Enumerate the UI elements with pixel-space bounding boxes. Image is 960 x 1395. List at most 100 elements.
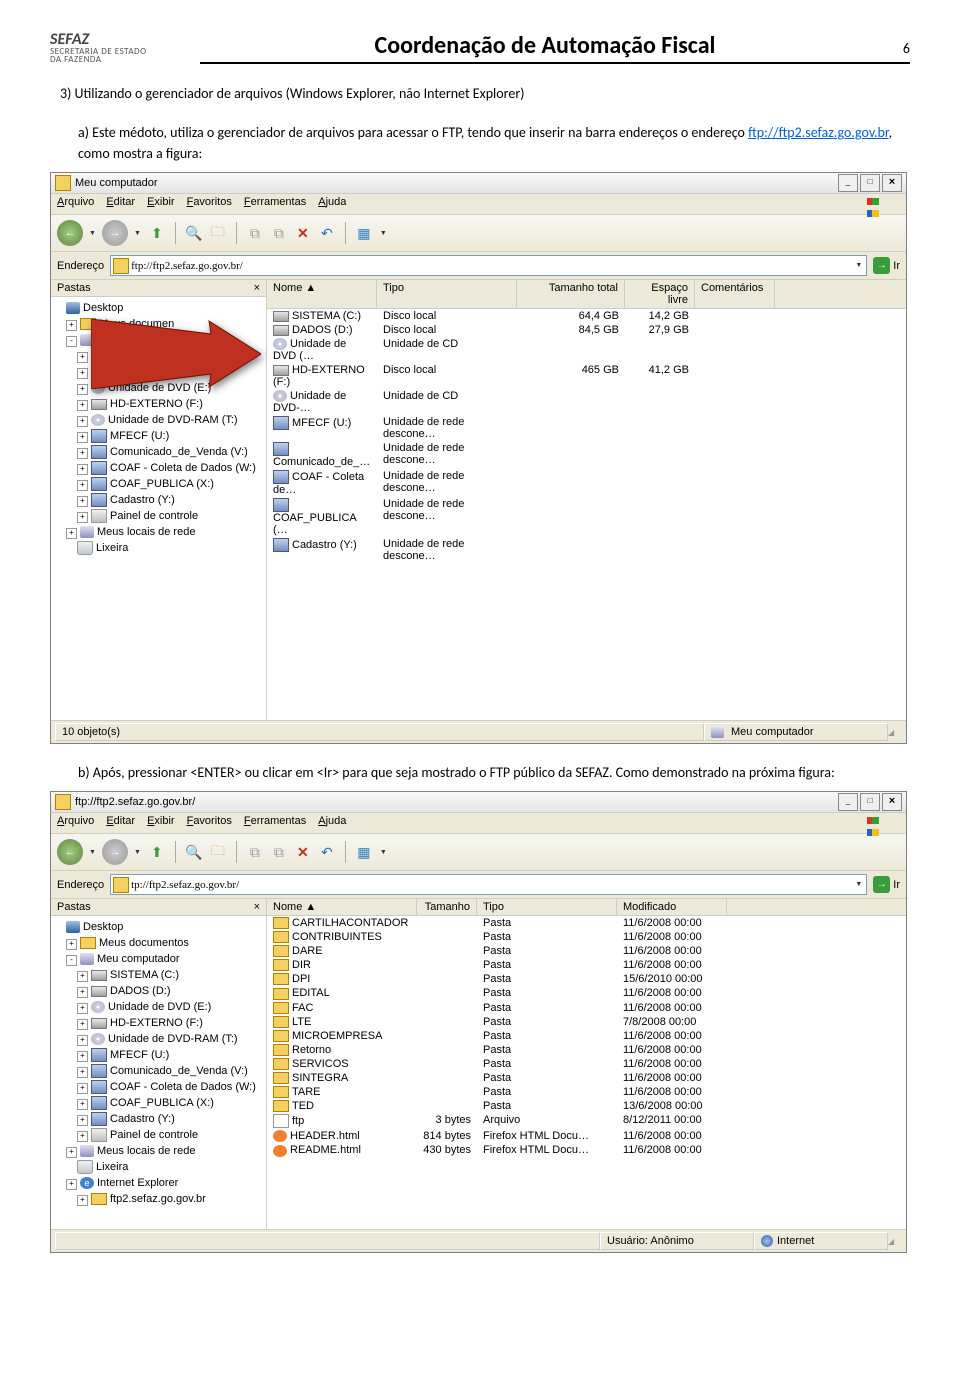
column-header[interactable]: Espaço livre xyxy=(625,280,695,308)
expand-icon[interactable]: - xyxy=(66,336,77,347)
tree-item[interactable]: Lixeira xyxy=(55,1159,262,1175)
close-button[interactable]: × xyxy=(882,793,902,811)
delete-icon[interactable]: ✕ xyxy=(293,842,313,862)
tree-item[interactable]: +DADOS (D:) xyxy=(55,364,262,380)
menu-ajuda[interactable]: Ajuda xyxy=(318,815,346,831)
expand-icon[interactable]: + xyxy=(66,1179,77,1190)
menu-ferramentas[interactable]: Ferramentas xyxy=(244,815,306,831)
tree-item[interactable]: +Meus locais de rede xyxy=(55,524,262,540)
expand-icon[interactable]: + xyxy=(77,448,88,459)
list-item[interactable]: README.html430 bytesFirefox HTML Docu…11… xyxy=(267,1143,906,1157)
column-header[interactable]: Tamanho total xyxy=(517,280,625,308)
list-item[interactable]: Comunicado_de_…Unidade de rede descone… xyxy=(267,441,906,469)
column-header[interactable]: Tipo xyxy=(377,280,517,308)
tree-item[interactable]: +Meus locais de rede xyxy=(55,1143,262,1159)
menu-exibir[interactable]: Exibir xyxy=(147,196,175,212)
ftp-link[interactable]: ftp://ftp2.sefaz.go.gov.br xyxy=(748,124,889,141)
menu-arquivo[interactable]: Arquivo xyxy=(57,815,94,831)
list-item[interactable]: HEADER.html814 bytesFirefox HTML Docu…11… xyxy=(267,1129,906,1143)
address-input[interactable] xyxy=(129,879,853,891)
menu-editar[interactable]: Editar xyxy=(106,815,135,831)
expand-icon[interactable]: + xyxy=(66,939,77,950)
list-item[interactable]: CARTILHACONTADORPasta11/6/2008 00:00 xyxy=(267,916,906,930)
back-button[interactable]: ← xyxy=(57,839,83,865)
maximize-button[interactable]: □ xyxy=(860,793,880,811)
expand-icon[interactable]: + xyxy=(77,400,88,411)
resize-grip[interactable]: ◢ xyxy=(888,1237,902,1246)
list-item[interactable]: MICROEMPRESAPasta11/6/2008 00:00 xyxy=(267,1029,906,1043)
tree-item[interactable]: +Cadastro (Y:) xyxy=(55,492,262,508)
address-field[interactable]: ▼ xyxy=(110,255,867,276)
titlebar[interactable]: ftp://ftp2.sefaz.go.gov.br/ _ □ × xyxy=(51,792,906,813)
list-item[interactable]: ftp3 bytesArquivo8/12/2011 00:00 xyxy=(267,1113,906,1129)
tree-item[interactable]: -Meu computador xyxy=(55,332,262,348)
list-item[interactable]: DPIPasta15/6/2010 00:00 xyxy=(267,972,906,986)
minimize-button[interactable]: _ xyxy=(838,793,858,811)
list-header[interactable]: Nome ▲TamanhoTipoModificado xyxy=(267,899,906,916)
expand-icon[interactable]: + xyxy=(77,1067,88,1078)
expand-icon[interactable]: + xyxy=(77,384,88,395)
list-item[interactable]: MFECF (U:)Unidade de rede descone… xyxy=(267,415,906,441)
list-item[interactable]: SERVICOSPasta11/6/2008 00:00 xyxy=(267,1057,906,1071)
menu-favoritos[interactable]: Favoritos xyxy=(187,196,232,212)
expand-icon[interactable]: + xyxy=(77,1131,88,1142)
column-header[interactable]: Tamanho xyxy=(417,899,477,915)
tree-item[interactable]: +COAF_PUBLICA (X:) xyxy=(55,1095,262,1111)
move-icon[interactable]: ⧉ xyxy=(269,223,289,243)
address-input[interactable] xyxy=(129,260,853,272)
go-button[interactable]: → Ir xyxy=(873,257,900,274)
expand-icon[interactable]: + xyxy=(77,416,88,427)
list-item[interactable]: SINTEGRAPasta11/6/2008 00:00 xyxy=(267,1071,906,1085)
column-header[interactable]: Nome ▲ xyxy=(267,899,417,915)
tree-item[interactable]: +Meus documentos xyxy=(55,935,262,951)
tree-item[interactable]: +Unidade de DVD (E:) xyxy=(55,380,262,396)
list-item[interactable]: EDITALPasta11/6/2008 00:00 xyxy=(267,986,906,1000)
tree-item[interactable]: +Cadastro (Y:) xyxy=(55,1111,262,1127)
tree-item[interactable]: +MFECF (U:) xyxy=(55,1047,262,1063)
expand-icon[interactable]: + xyxy=(77,1035,88,1046)
list-item[interactable]: DADOS (D:)Disco local84,5 GB27,9 GB xyxy=(267,323,906,337)
menu-ajuda[interactable]: Ajuda xyxy=(318,196,346,212)
tree-item[interactable]: +Unidade de DVD (E:) xyxy=(55,999,262,1015)
search-icon[interactable]: 🔍 xyxy=(184,223,204,243)
expand-icon[interactable]: + xyxy=(77,512,88,523)
list-item[interactable]: CONTRIBUINTESPasta11/6/2008 00:00 xyxy=(267,930,906,944)
column-header[interactable]: Comentários xyxy=(695,280,775,308)
expand-icon[interactable]: + xyxy=(77,1051,88,1062)
tree-item[interactable]: +Unidade de DVD-RAM (T:) xyxy=(55,412,262,428)
tree-item[interactable]: +MFECF (U:) xyxy=(55,428,262,444)
expand-icon[interactable]: + xyxy=(77,987,88,998)
up-icon[interactable]: ⬆ xyxy=(147,223,167,243)
minimize-button[interactable]: _ xyxy=(838,174,858,192)
expand-icon[interactable]: + xyxy=(77,352,88,363)
tree-item[interactable]: +Painel de controle xyxy=(55,1127,262,1143)
menu-favoritos[interactable]: Favoritos xyxy=(187,815,232,831)
expand-icon[interactable]: + xyxy=(77,464,88,475)
menu-arquivo[interactable]: Arquivo xyxy=(57,196,94,212)
list-item[interactable]: TEDPasta13/6/2008 00:00 xyxy=(267,1099,906,1113)
expand-icon[interactable]: + xyxy=(66,1147,77,1158)
tree-item[interactable]: -Meu computador xyxy=(55,951,262,967)
tree-item[interactable]: +Comunicado_de_Venda (V:) xyxy=(55,444,262,460)
tree-item[interactable]: +SISTEMA (C:) xyxy=(55,348,262,364)
tree-item[interactable]: +ftp2.sefaz.go.gov.br xyxy=(55,1191,262,1207)
list-item[interactable]: LTEPasta7/8/2008 00:00 xyxy=(267,1015,906,1029)
expand-icon[interactable]: + xyxy=(77,1003,88,1014)
resize-grip[interactable]: ◢ xyxy=(888,728,902,737)
list-item[interactable]: FACPasta11/6/2008 00:00 xyxy=(267,1001,906,1015)
expand-icon[interactable]: + xyxy=(77,1083,88,1094)
list-item[interactable]: Unidade de DVD (…Unidade de CD xyxy=(267,337,906,363)
back-button[interactable]: ← xyxy=(57,220,83,246)
copy-icon[interactable]: ⧉ xyxy=(245,223,265,243)
tree-item[interactable]: +Painel de controle xyxy=(55,508,262,524)
tree-item[interactable]: +COAF - Coleta de Dados (W:) xyxy=(55,460,262,476)
forward-button[interactable]: → xyxy=(102,220,128,246)
tree-item[interactable]: +HD-EXTERNO (F:) xyxy=(55,1015,262,1031)
expand-icon[interactable]: + xyxy=(77,1115,88,1126)
search-icon[interactable]: 🔍 xyxy=(184,842,204,862)
tree-item[interactable]: Lixeira xyxy=(55,540,262,556)
tree-item[interactable]: Desktop xyxy=(55,300,262,316)
go-button[interactable]: → Ir xyxy=(873,876,900,893)
titlebar[interactable]: Meu computador _ □ × xyxy=(51,173,906,194)
expand-icon[interactable]: + xyxy=(77,432,88,443)
